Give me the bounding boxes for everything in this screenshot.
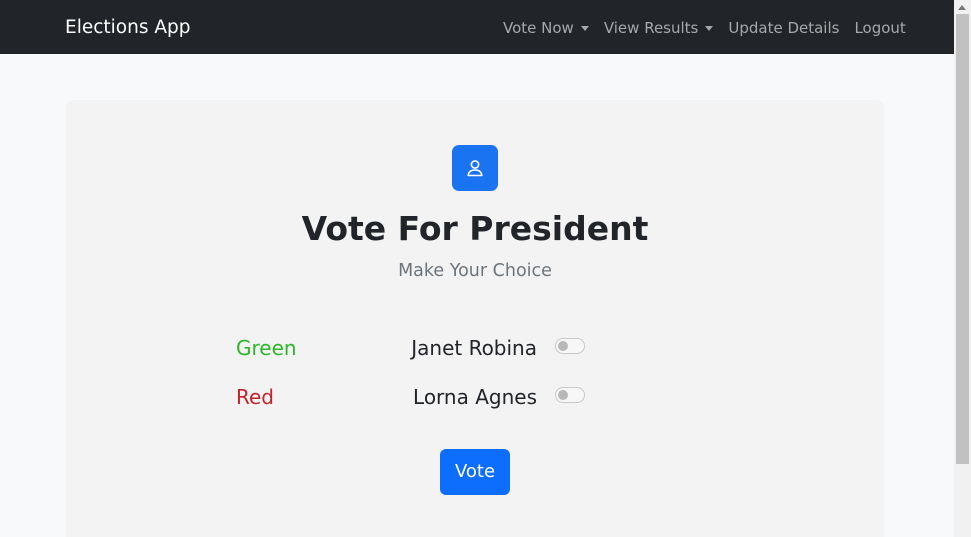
vote-button[interactable]: Vote [440,449,510,495]
user-icon [452,145,498,191]
vote-toggle-switch[interactable] [555,387,585,403]
candidate-name: Lorna Agnes [413,385,537,409]
toggle-knob [558,390,568,400]
scrollbar-thumb[interactable] [956,14,969,464]
vote-toggle-switch[interactable] [555,338,585,354]
caret-down-icon [580,26,589,31]
page-title: Vote For President [301,209,649,248]
vertical-scrollbar[interactable] [954,0,971,537]
nav-vote-now-dropdown[interactable]: Vote Now [503,15,589,41]
candidate-name: Janet Robina [411,336,537,360]
nav-view-results-dropdown[interactable]: View Results [604,15,714,41]
page-subtitle: Make Your Choice [398,261,552,281]
nav-update-details-link[interactable]: Update Details [728,15,839,41]
nav-links: Vote Now View Results Update Details Log… [503,15,906,41]
nav-view-results-label: View Results [603,19,699,37]
nav-logout-link[interactable]: Logout [854,15,905,41]
caret-down-icon [705,26,714,31]
party-label-red: Red [236,385,274,409]
top-navbar: Elections App Vote Now View Results Upda… [0,0,954,54]
scroll-up-arrow-icon[interactable] [958,5,966,10]
party-label-green: Green [236,336,297,360]
toggle-knob [558,341,568,351]
nav-vote-now-label: Vote Now [503,19,574,37]
navbar-brand[interactable]: Elections App [65,15,190,41]
